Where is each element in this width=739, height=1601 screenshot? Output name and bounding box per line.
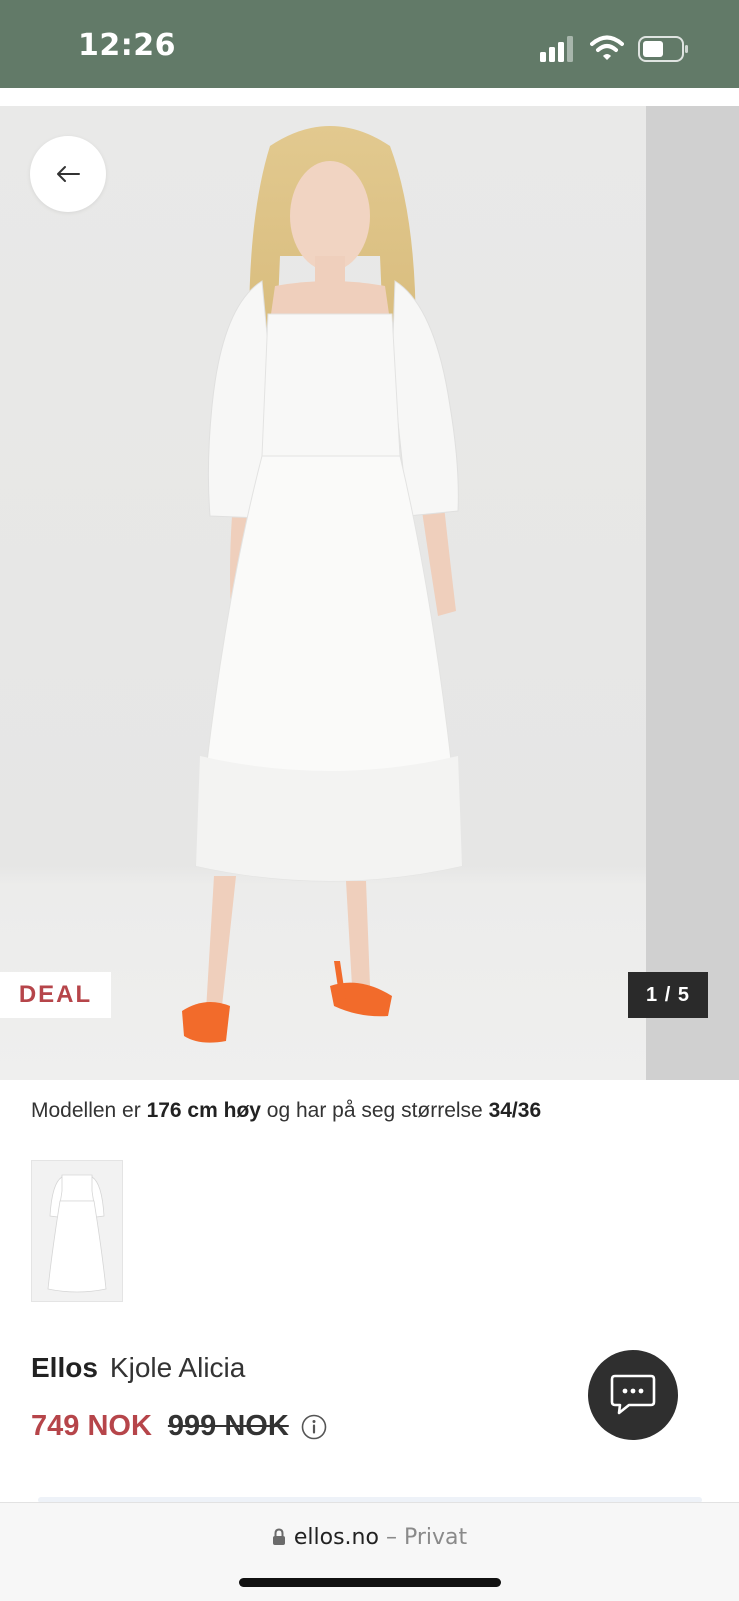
price-row: 749 NOK 999 NOK [31,1410,327,1443]
model-size: 34/36 [488,1099,542,1122]
original-price: 999 NOK [167,1410,289,1442]
product-title: Ellos Kjole Alicia [31,1352,245,1384]
arrow-left-icon [57,166,80,182]
product-image[interactable] [0,106,646,1080]
signal-icon [540,36,573,62]
url-separator: – [385,1525,397,1550]
home-indicator[interactable] [239,1578,501,1587]
status-bar: 12:26 [0,0,739,88]
back-button[interactable] [30,136,106,212]
model-height: 176 cm høy [146,1099,261,1122]
image-counter: 1 / 5 [628,972,708,1018]
chat-bubble-icon [610,1374,656,1415]
model-info-middle: og har på seg størrelse [260,1099,489,1122]
image-thumbnail[interactable] [31,1160,123,1302]
chat-button[interactable] [588,1350,678,1440]
product-name: Kjole Alicia [109,1352,246,1383]
battery-icon [638,36,688,62]
url-domain: ellos.no [293,1525,379,1550]
deal-badge: DEAL [0,972,111,1018]
current-price: 749 NOK [31,1410,152,1442]
status-time: 12:26 [78,28,176,63]
url-display[interactable]: ellos.no – Privat [0,1525,739,1550]
info-icon[interactable] [301,1414,327,1440]
product-image-carousel[interactable]: DEAL 1 / 5 [0,106,739,1080]
product-brand[interactable]: Ellos [31,1352,98,1383]
wifi-icon [590,35,624,60]
thumbnail-image [32,1161,122,1301]
private-mode-label: Privat [403,1525,468,1550]
model-info-prefix: Modellen er [31,1099,147,1122]
next-image-peek[interactable] [646,106,739,1080]
lock-icon [272,1528,285,1545]
model-info: Modellen er 176 cm høy og har på seg stø… [31,1099,541,1123]
